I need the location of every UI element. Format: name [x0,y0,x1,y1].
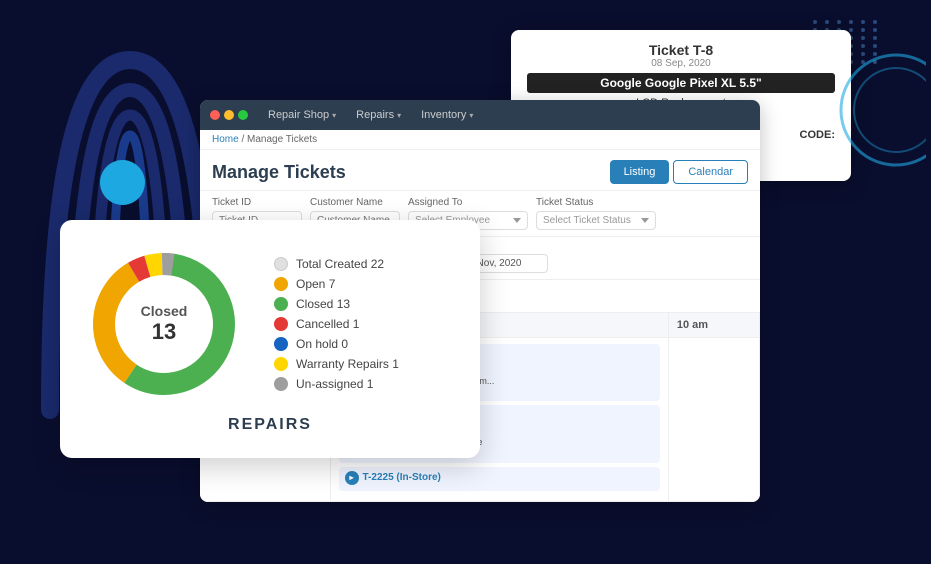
donut-value: 13 [141,319,188,345]
view-toggle: Listing Calendar [610,160,748,184]
legend-open: Open 7 [274,277,399,291]
card-content: Closed 13 Total Created 22 Open 7 Closed… [84,244,456,404]
decorative-circle-right [806,50,926,170]
listing-button[interactable]: Listing [610,160,670,184]
ticket-id-label: Ticket ID [212,197,302,208]
legend-dot-closed [274,297,288,311]
ticket-device: Google Google Pixel XL 5.5" [527,73,835,93]
nav-repair-shop[interactable]: Repair Shop ▾ [260,106,344,124]
legend-dot-open [274,277,288,291]
ticket-id: T-2225 (In-Store) [363,472,441,483]
legend-dot-onhold [274,337,288,351]
slot-10am [668,338,759,502]
legend-total: Total Created 22 [274,257,399,271]
breadcrumb-current: Manage Tickets [247,134,317,145]
nav-repairs[interactable]: Repairs ▾ [348,106,409,124]
nav-dot-green [238,110,248,120]
legend-onhold: On hold 0 [274,337,399,351]
repairs-card: Closed 13 Total Created 22 Open 7 Closed… [60,220,480,458]
legend-dot-warranty [274,357,288,371]
ticket-date: 08 Sep, 2020 [527,58,835,69]
donut-chart: Closed 13 [84,244,244,404]
ticket-status-select[interactable]: Select Ticket Status [536,211,656,230]
customer-name-label: Customer Name [310,197,400,208]
legend-unassigned: Un-assigned 1 [274,377,399,391]
breadcrumb: Home / Manage Tickets [200,130,760,150]
manage-title: Manage Tickets [212,162,346,183]
nav-dots [210,110,248,120]
repairs-footer: REPAIRS [228,416,312,434]
legend-label-cancelled: Cancelled 1 [296,317,359,331]
ticket-status-filter: Ticket Status Select Ticket Status [536,197,656,230]
legend-warranty: Warranty Repairs 1 [274,357,399,371]
calendar-button[interactable]: Calendar [673,160,748,184]
legend-label-closed: Closed 13 [296,297,350,311]
legend-label-total: Total Created 22 [296,257,384,271]
nav-inventory[interactable]: Inventory ▾ [413,106,481,124]
legend-label-onhold: On hold 0 [296,337,348,351]
ticket-entry-t2225[interactable]: ▸ T-2225 (In-Store) [339,467,660,491]
legend-closed: Closed 13 [274,297,399,311]
manage-header: Manage Tickets Listing Calendar [200,150,760,191]
nav-dot-yellow [224,110,234,120]
nav-bar: Repair Shop ▾ Repairs ▾ Inventory ▾ [200,100,760,130]
legend-label-warranty: Warranty Repairs 1 [296,357,399,371]
assigned-to-label: Assigned To [408,197,528,208]
donut-center: Closed 13 [141,303,188,345]
ticket-title: Ticket T-8 [527,42,835,58]
ticket-chevron: ▸ [345,471,359,485]
ticket-status-label: Ticket Status [536,197,656,208]
legend: Total Created 22 Open 7 Closed 13 Cancel… [274,257,399,391]
decorative-blue-dot [100,160,145,205]
legend-cancelled: Cancelled 1 [274,317,399,331]
breadcrumb-home[interactable]: Home [212,134,239,145]
legend-dot-total [274,257,288,271]
nav-dot-red [210,110,220,120]
legend-dot-unassigned [274,377,288,391]
legend-dot-cancelled [274,317,288,331]
legend-label-open: Open 7 [296,277,335,291]
donut-label: Closed [141,303,188,319]
col-10am: 10 am [668,313,759,338]
legend-label-unassigned: Un-assigned 1 [296,377,373,391]
